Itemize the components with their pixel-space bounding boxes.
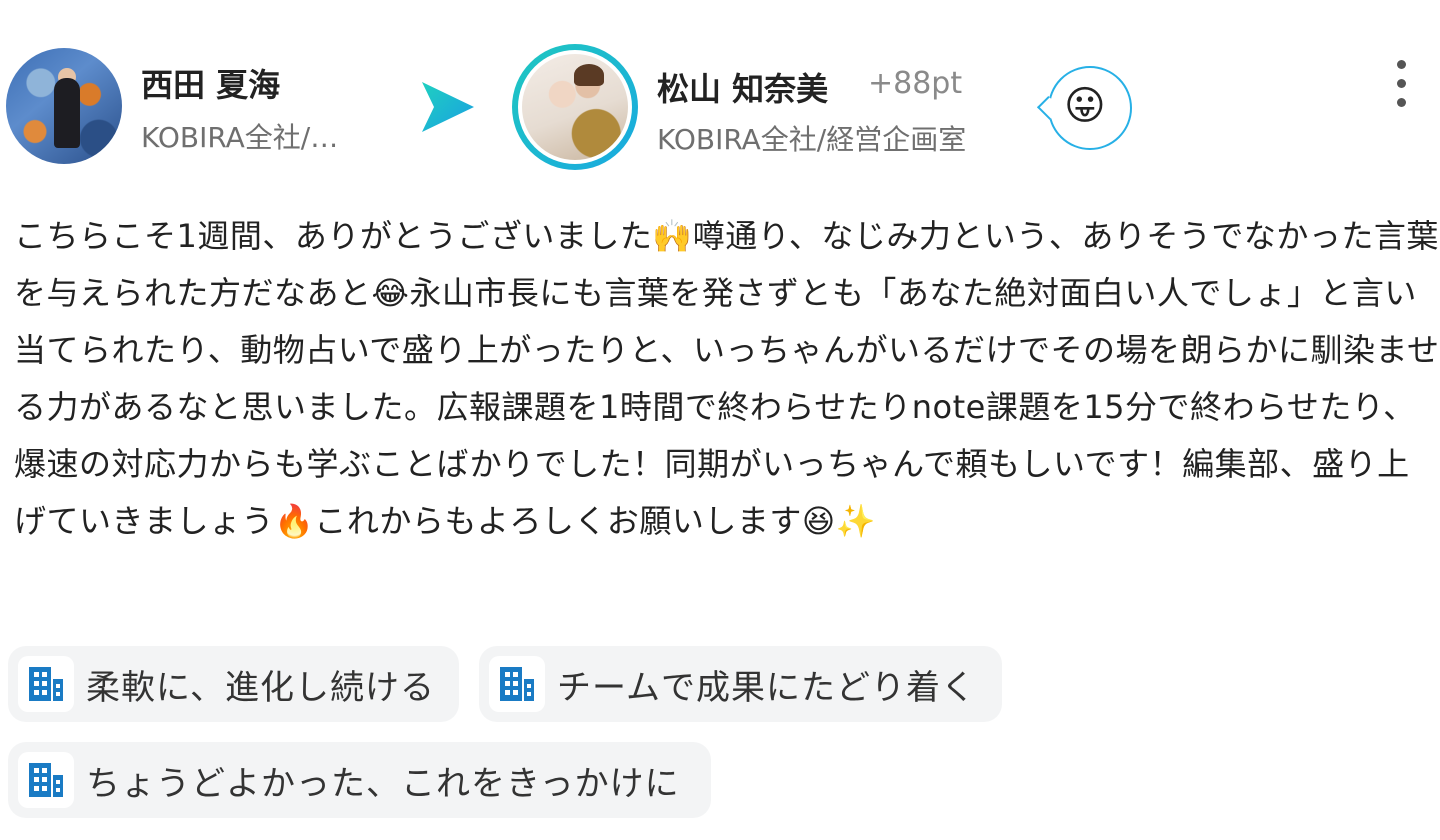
building-icon [489,656,545,712]
reaction-button[interactable]: 😛 [1036,66,1132,150]
message-body: こちらこそ1週間、ありがとうございました🙌噂通り、なじみ力という、ありそうでなか… [14,217,1440,540]
sender-department: KOBIRA全社/… [141,121,339,154]
recipient-name[interactable]: 松山 知奈美 [657,64,828,110]
value-tag[interactable]: チームで成果にたどり着く [479,646,1002,722]
value-tag[interactable]: 柔軟に、進化し続ける [8,646,459,722]
building-icon [18,752,74,808]
points-badge: +88pt [868,66,963,101]
sender-avatar[interactable] [6,48,122,164]
send-arrow-icon [422,82,474,132]
more-dot-icon [1397,79,1406,88]
sender-avatar-figure [54,78,80,148]
more-dot-icon [1397,98,1406,107]
recipient-avatar-hair [574,64,604,86]
sender-name[interactable]: 西田 夏海 [141,60,280,106]
value-tag-label: ちょうどよかった、これをきっかけに [86,763,680,804]
building-icon [18,656,74,712]
value-tag-label: チームで成果にたどり着く [557,667,976,708]
tongue-face-icon: 😛 [1064,83,1106,129]
value-tag-label: 柔軟に、進化し続ける [86,667,435,708]
more-options-button[interactable] [1386,60,1418,108]
recipient-department: KOBIRA全社/経営企画室 [657,123,967,156]
more-dot-icon [1397,60,1406,69]
kudos-card: 西田 夏海 KOBIRA全社/… 松山 知奈美 +88pt KOBIRA全社/経… [0,0,1440,840]
recipient-avatar[interactable] [518,50,632,164]
card-header: 西田 夏海 KOBIRA全社/… 松山 知奈美 +88pt KOBIRA全社/経… [0,0,1440,190]
value-tag[interactable]: ちょうどよかった、これをきっかけに [8,742,711,818]
